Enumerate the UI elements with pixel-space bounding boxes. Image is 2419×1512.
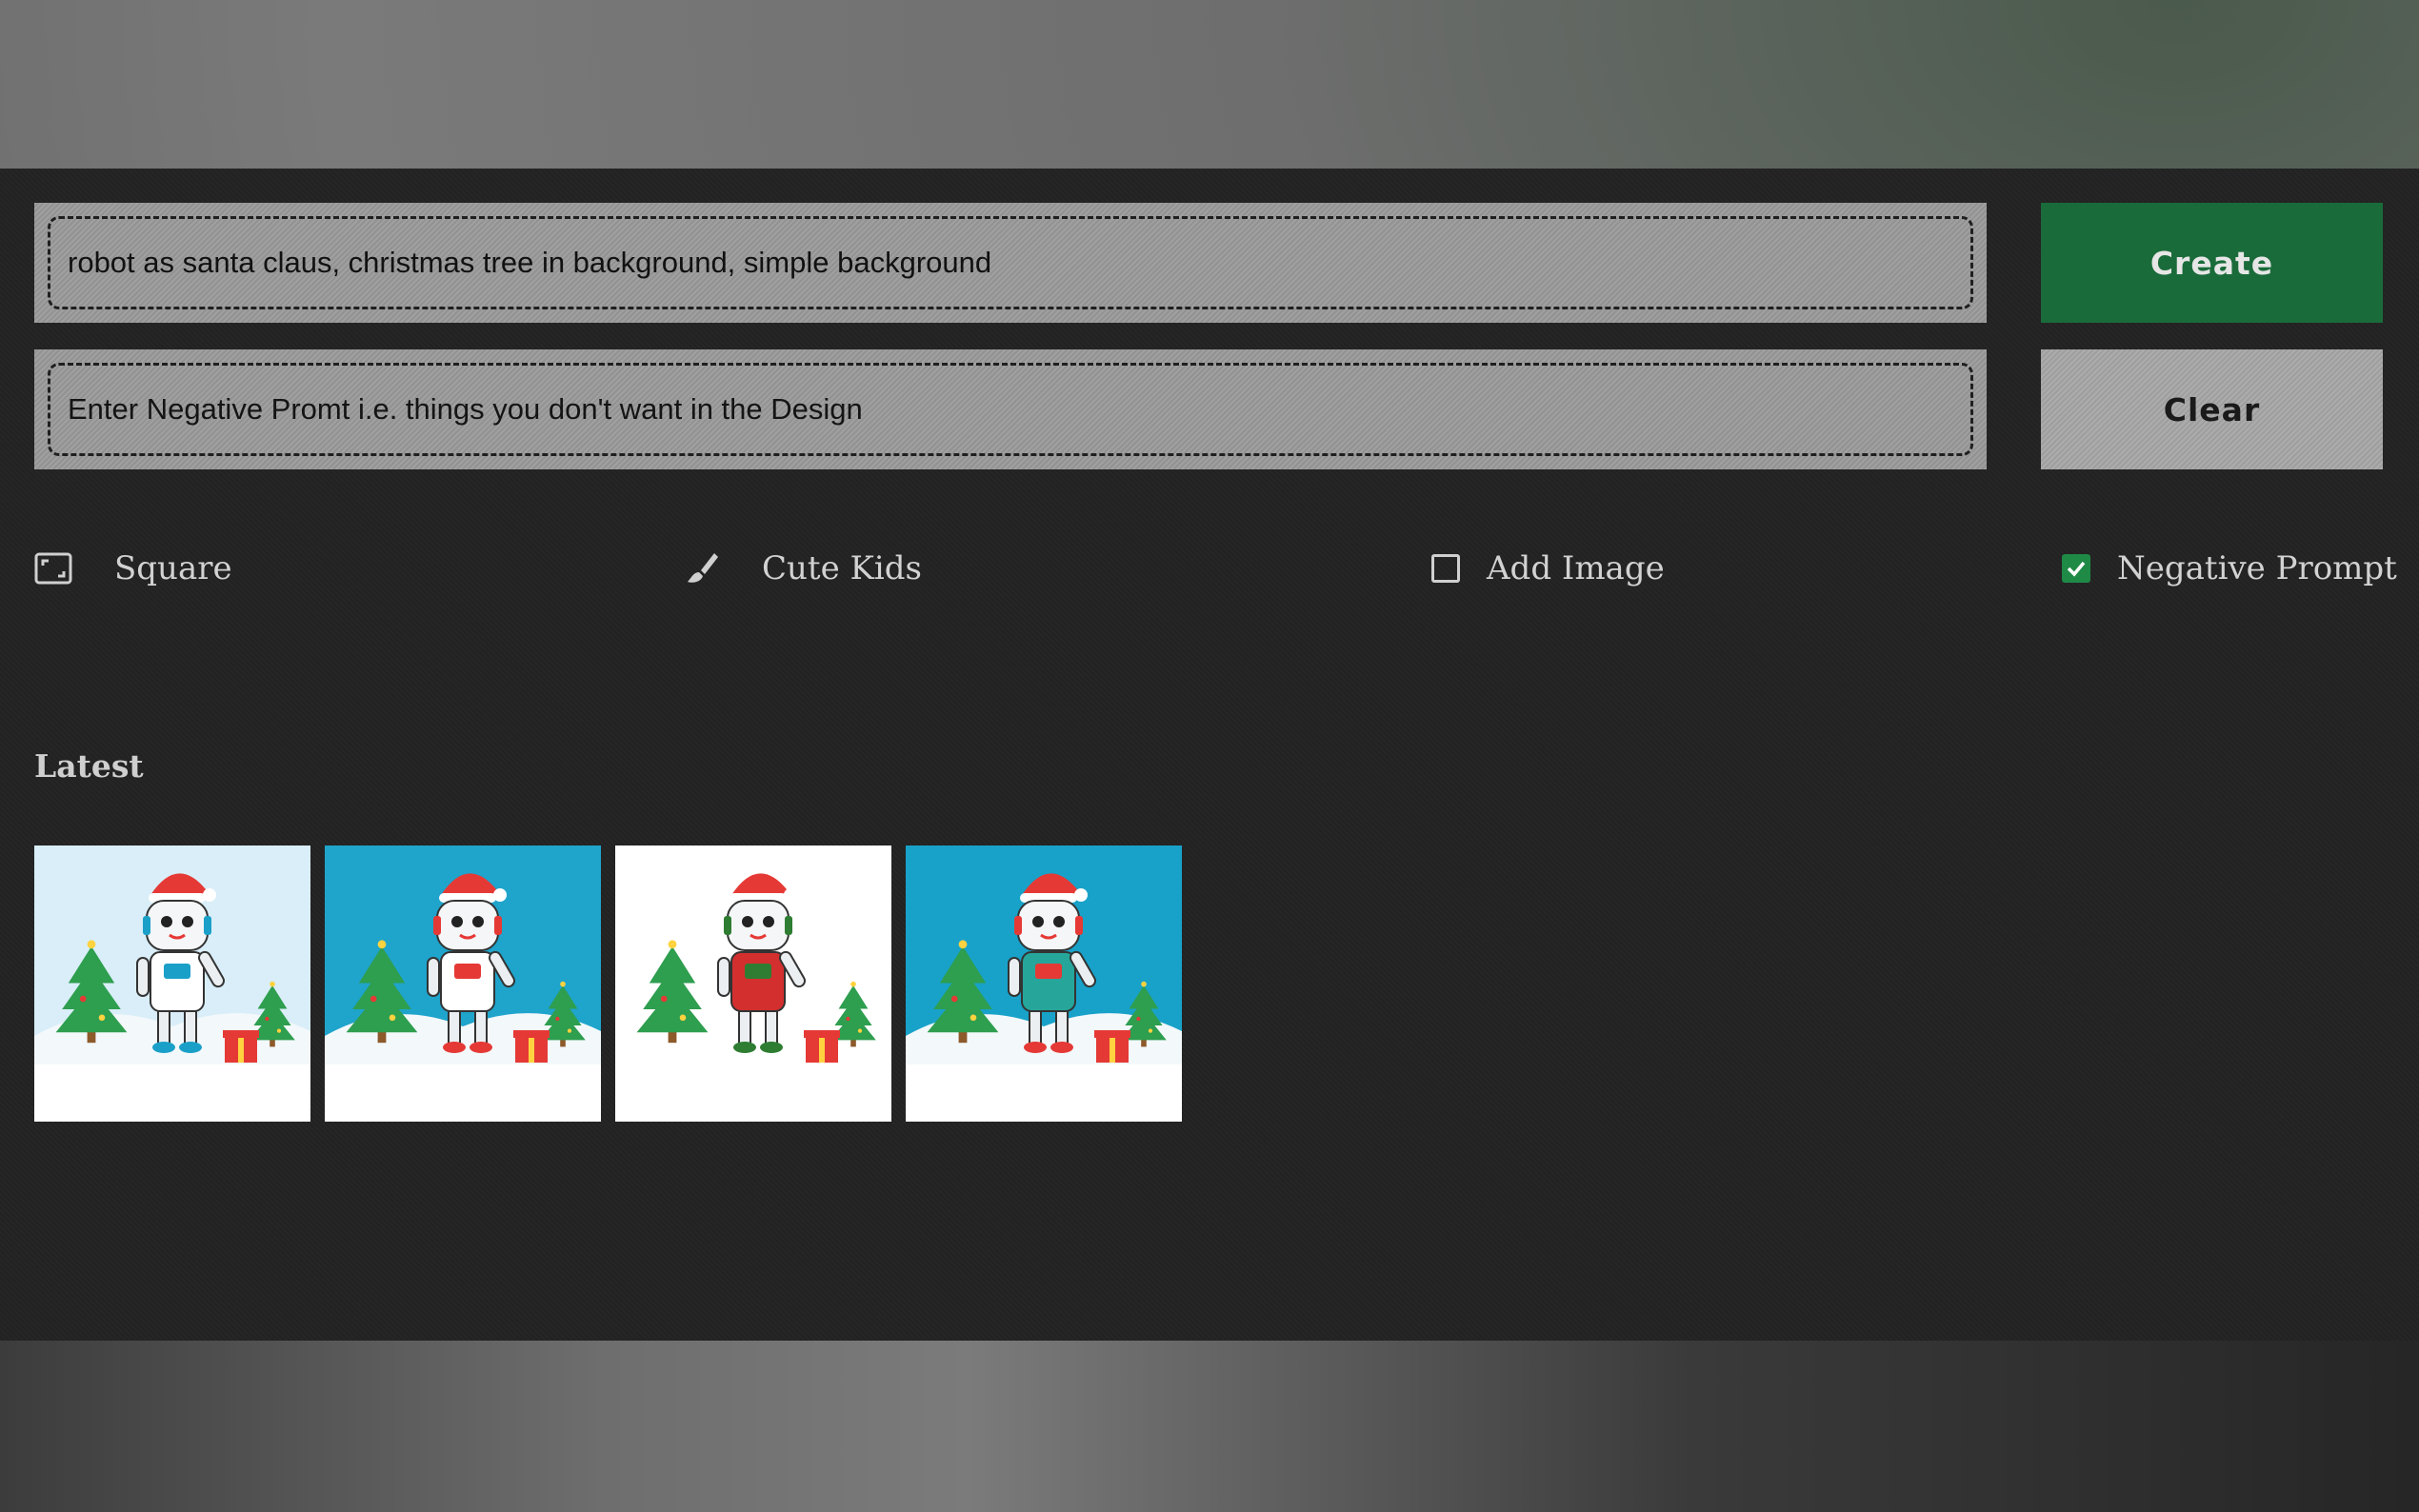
latest-heading: Latest [34,747,144,785]
negative-prompt-input[interactable] [66,391,1970,428]
app-panel: Create Clear Square Cute Kids Add Image [0,169,2419,1341]
prompt-field-border [48,216,1973,309]
prompt-input[interactable] [66,245,1970,281]
add-image-option[interactable]: Add Image [1431,540,1665,597]
style-label: Cute Kids [762,549,922,587]
negative-prompt-option[interactable]: Negative Prompt [2062,540,2397,597]
robot-santa-illustration [615,846,891,1122]
latest-gallery [34,846,1182,1122]
gallery-thumbnail-3[interactable] [615,846,891,1122]
clear-button[interactable]: Clear [2041,349,2383,469]
aspect-ratio-option[interactable]: Square [34,540,232,597]
create-button[interactable]: Create [2041,203,2383,323]
aspect-ratio-label: Square [114,549,232,587]
paintbrush-icon [682,549,720,587]
negative-prompt-box [34,349,1987,469]
style-option[interactable]: Cute Kids [682,540,922,597]
add-image-checkbox[interactable] [1431,554,1460,583]
prompt-box [34,203,1987,323]
negative-prompt-label: Negative Prompt [2117,549,2397,587]
gallery-thumbnail-2[interactable] [325,846,601,1122]
robot-santa-illustration [325,846,601,1122]
negative-prompt-checkbox[interactable] [2062,554,2090,583]
gallery-thumbnail-1[interactable] [34,846,310,1122]
checkbox-unchecked-icon [1431,554,1460,583]
robot-santa-illustration [34,846,310,1122]
gallery-thumbnail-4[interactable] [906,846,1182,1122]
negative-prompt-field-border [48,363,1973,456]
checkmark-icon [2062,554,2090,583]
aspect-ratio-icon [34,552,72,585]
add-image-label: Add Image [1487,549,1665,587]
robot-santa-illustration [906,846,1182,1122]
backdrop-bottom [0,1341,2419,1512]
